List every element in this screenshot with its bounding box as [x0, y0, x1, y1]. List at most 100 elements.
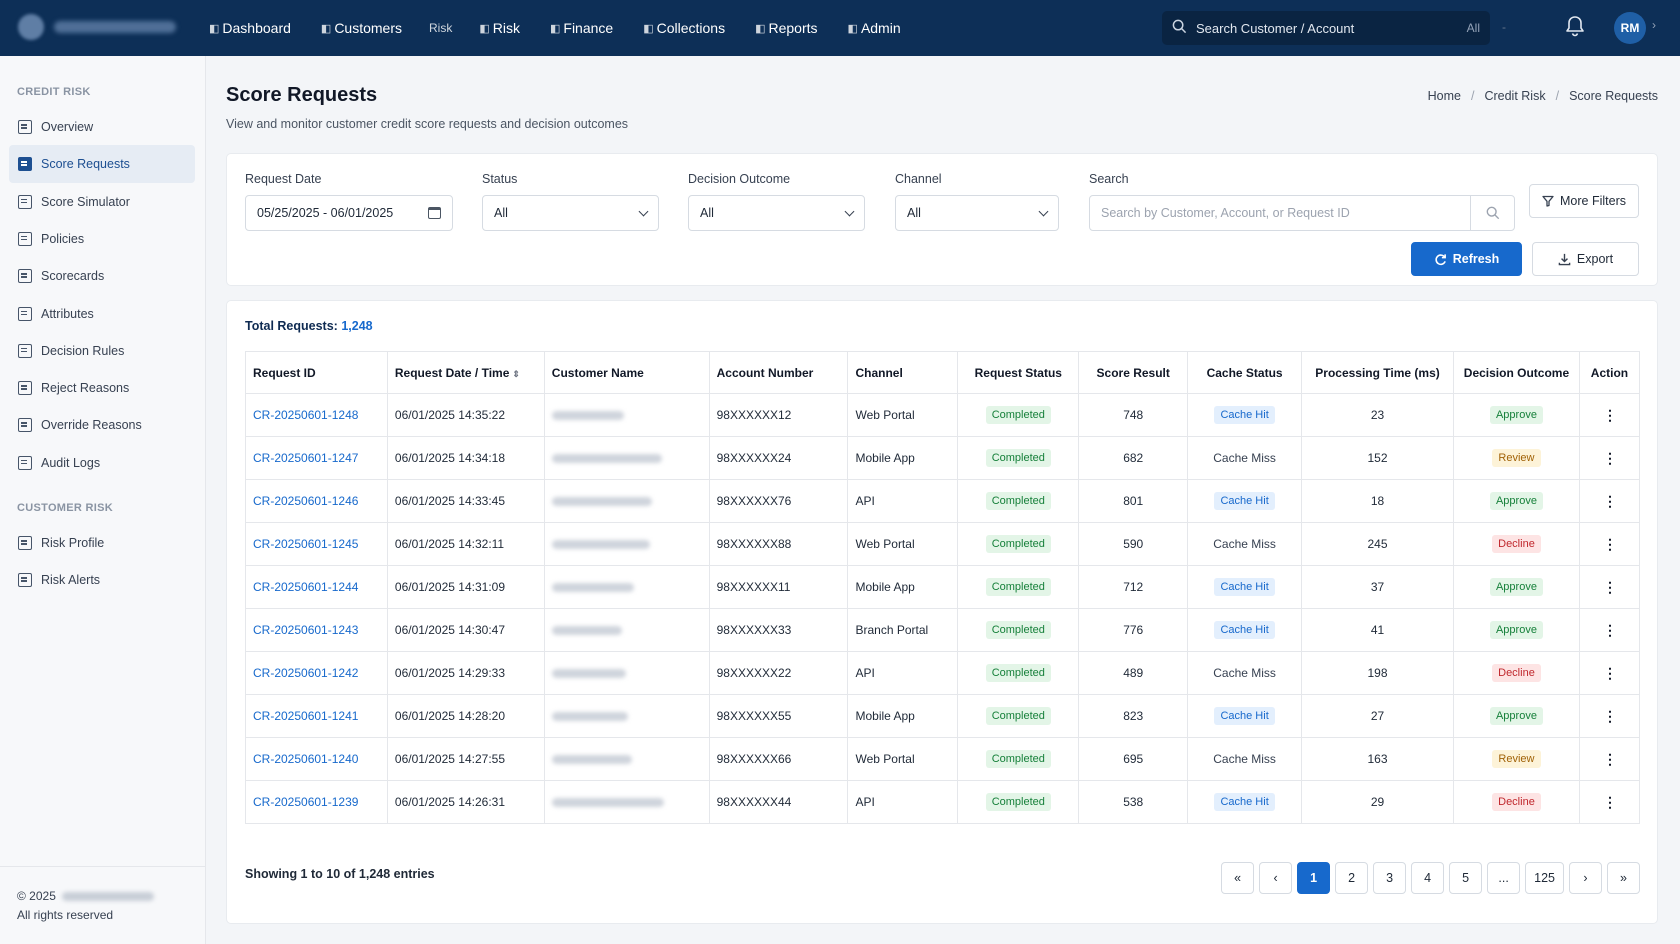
- request-id-link[interactable]: CR-20250601-1244: [253, 580, 358, 594]
- nav-icon: ◧: [209, 22, 220, 35]
- nav-dashboard[interactable]: ◧ Dashboard: [194, 0, 306, 56]
- decision-badge: Decline: [1492, 664, 1541, 682]
- table-row[interactable]: CR-20250601-1245 06/01/2025 14:32:11 98XXX…: [245, 522, 1641, 566]
- sidebar-item-attributes[interactable]: Attributes: [9, 295, 195, 333]
- global-search[interactable]: Search Customer / Account All: [1162, 11, 1490, 45]
- page-button[interactable]: 3: [1373, 862, 1407, 894]
- table-row[interactable]: CR-20250601-1247 06/01/2025 14:34:18 98XXX…: [245, 436, 1641, 480]
- sidebar-item-score-requests[interactable]: Score Requests: [9, 145, 195, 184]
- more-filters-button[interactable]: More Filters: [1529, 184, 1639, 218]
- sidebar-item-override-reasons[interactable]: Override Reasons: [9, 406, 195, 444]
- cell-customer-name: [543, 565, 710, 609]
- more-vertical-icon[interactable]: ⋮: [1603, 794, 1617, 810]
- nav-risk-dim[interactable]: Risk: [417, 0, 464, 56]
- page-button[interactable]: 4: [1411, 862, 1445, 894]
- more-vertical-icon[interactable]: ⋮: [1603, 579, 1617, 595]
- search-scope-select[interactable]: All: [1467, 21, 1480, 35]
- col-request-date[interactable]: Request Date / Time ⇕: [386, 351, 545, 394]
- request-id-link[interactable]: CR-20250601-1248: [253, 408, 358, 422]
- table-row[interactable]: CR-20250601-1248 06/01/2025 14:35:22 98XXX…: [245, 393, 1641, 437]
- page-button[interactable]: 125: [1525, 862, 1564, 894]
- bell-icon[interactable]: [1564, 14, 1588, 40]
- customer-name-redacted: [551, 712, 628, 722]
- sidebar-item-overview[interactable]: Overview: [9, 108, 195, 146]
- col-request-id[interactable]: Request ID: [245, 351, 388, 394]
- col-processing-time[interactable]: Processing Time (ms): [1301, 351, 1454, 394]
- sidebar-item-reject-reasons[interactable]: Reject Reasons: [9, 369, 195, 407]
- request-id-link[interactable]: CR-20250601-1247: [253, 451, 358, 465]
- sidebar-item-risk-alerts[interactable]: Risk Alerts: [9, 561, 195, 599]
- table-row[interactable]: CR-20250601-1242 06/01/2025 14:29:33 98XXX…: [245, 651, 1641, 695]
- table-row[interactable]: CR-20250601-1244 06/01/2025 14:31:09 98XXX…: [245, 565, 1641, 609]
- sidebar-item-label: Score Simulator: [41, 194, 130, 209]
- more-vertical-icon[interactable]: ⋮: [1603, 493, 1617, 509]
- request-id-link[interactable]: CR-20250601-1241: [253, 709, 358, 723]
- page-button[interactable]: 2: [1335, 862, 1369, 894]
- col-request-status[interactable]: Request Status: [957, 351, 1080, 394]
- breadcrumb-home[interactable]: Home: [1428, 89, 1461, 103]
- request-id-link[interactable]: CR-20250601-1245: [253, 537, 358, 551]
- more-vertical-icon[interactable]: ⋮: [1603, 751, 1617, 767]
- col-cache-status[interactable]: Cache Status: [1187, 351, 1303, 394]
- nav-customers[interactable]: ◧ Customers: [306, 0, 417, 56]
- export-button[interactable]: Export: [1532, 242, 1639, 276]
- nav-collections[interactable]: ◧ Collections: [628, 0, 740, 56]
- page-button[interactable]: 1: [1297, 862, 1331, 894]
- avatar[interactable]: RM: [1614, 12, 1646, 44]
- cell-decision-outcome: Decline: [1452, 780, 1580, 824]
- col-customer-name[interactable]: Customer Name: [543, 351, 710, 394]
- nav-finance[interactable]: ◧ Finance: [535, 0, 628, 56]
- search-icon[interactable]: [1470, 196, 1514, 230]
- request-date-picker[interactable]: 05/25/2025 - 06/01/2025: [245, 195, 453, 231]
- brand-logo[interactable]: [18, 14, 176, 40]
- table-row[interactable]: CR-20250601-1239 06/01/2025 14:26:31 98XXX…: [245, 780, 1641, 824]
- more-vertical-icon[interactable]: ⋮: [1603, 708, 1617, 724]
- page-next-button[interactable]: ›: [1569, 862, 1602, 894]
- table-row[interactable]: CR-20250601-1241 06/01/2025 14:28:20 98XXX…: [245, 694, 1641, 738]
- request-id-link[interactable]: CR-20250601-1243: [253, 623, 358, 637]
- sort-icon[interactable]: ⇕: [512, 369, 520, 379]
- more-vertical-icon[interactable]: ⋮: [1603, 665, 1617, 681]
- page-first-button[interactable]: «: [1221, 862, 1255, 894]
- status-select[interactable]: All: [482, 195, 659, 231]
- page-last-button[interactable]: »: [1607, 862, 1640, 894]
- more-vertical-icon[interactable]: ⋮: [1603, 450, 1617, 466]
- nav-reports[interactable]: ◧ Reports: [740, 0, 832, 56]
- more-vertical-icon[interactable]: ⋮: [1603, 536, 1617, 552]
- sidebar-item-scorecards[interactable]: Scorecards: [9, 257, 195, 295]
- cell-score-result: 695: [1078, 737, 1189, 781]
- decision-outcome-select[interactable]: All: [688, 195, 865, 231]
- table-row[interactable]: CR-20250601-1246 06/01/2025 14:33:45 98XXX…: [245, 479, 1641, 523]
- breadcrumb-credit-risk[interactable]: Credit Risk: [1484, 89, 1545, 103]
- nav-risk[interactable]: ◧ Risk: [464, 0, 535, 56]
- request-id-link[interactable]: CR-20250601-1240: [253, 752, 358, 766]
- chevron-right-icon[interactable]: ›: [1652, 18, 1656, 32]
- nav-admin[interactable]: ◧ Admin: [833, 0, 916, 56]
- refresh-button[interactable]: Refresh: [1411, 242, 1522, 276]
- more-vertical-icon[interactable]: ⋮: [1603, 407, 1617, 423]
- channel-select[interactable]: All: [895, 195, 1059, 231]
- page-prev-button[interactable]: ‹: [1259, 862, 1293, 894]
- sidebar-item-score-simulator[interactable]: Score Simulator: [9, 183, 195, 221]
- table-row[interactable]: CR-20250601-1243 06/01/2025 14:30:47 98XXX…: [245, 608, 1641, 652]
- breadcrumb-separator: /: [1555, 89, 1560, 103]
- more-vertical-icon[interactable]: ⋮: [1603, 622, 1617, 638]
- page-button[interactable]: 5: [1449, 862, 1483, 894]
- col-channel[interactable]: Channel: [847, 351, 959, 394]
- col-account-number[interactable]: Account Number: [708, 351, 849, 394]
- sidebar-item-policies[interactable]: Policies: [9, 220, 195, 258]
- global-search-input[interactable]: Search Customer / Account: [1196, 21, 1467, 36]
- sidebar-item-decision-rules[interactable]: Decision Rules: [9, 332, 195, 370]
- request-id-link[interactable]: CR-20250601-1246: [253, 494, 358, 508]
- sidebar-item-risk-profile[interactable]: Risk Profile: [9, 524, 195, 562]
- col-decision-outcome[interactable]: Decision Outcome: [1452, 351, 1580, 394]
- cell-account-number: 98XXXXXX66: [708, 737, 849, 781]
- table-row[interactable]: CR-20250601-1240 06/01/2025 14:27:55 98XXX…: [245, 737, 1641, 781]
- nav-icon: ◧: [643, 22, 654, 35]
- request-id-link[interactable]: CR-20250601-1242: [253, 666, 358, 680]
- request-search-field[interactable]: Search by Customer, Account, or Request …: [1089, 195, 1515, 231]
- request-search-input[interactable]: Search by Customer, Account, or Request …: [1101, 206, 1350, 220]
- request-id-link[interactable]: CR-20250601-1239: [253, 795, 358, 809]
- col-score-result[interactable]: Score Result: [1078, 351, 1189, 394]
- sidebar-item-audit-logs[interactable]: Audit Logs: [9, 444, 195, 482]
